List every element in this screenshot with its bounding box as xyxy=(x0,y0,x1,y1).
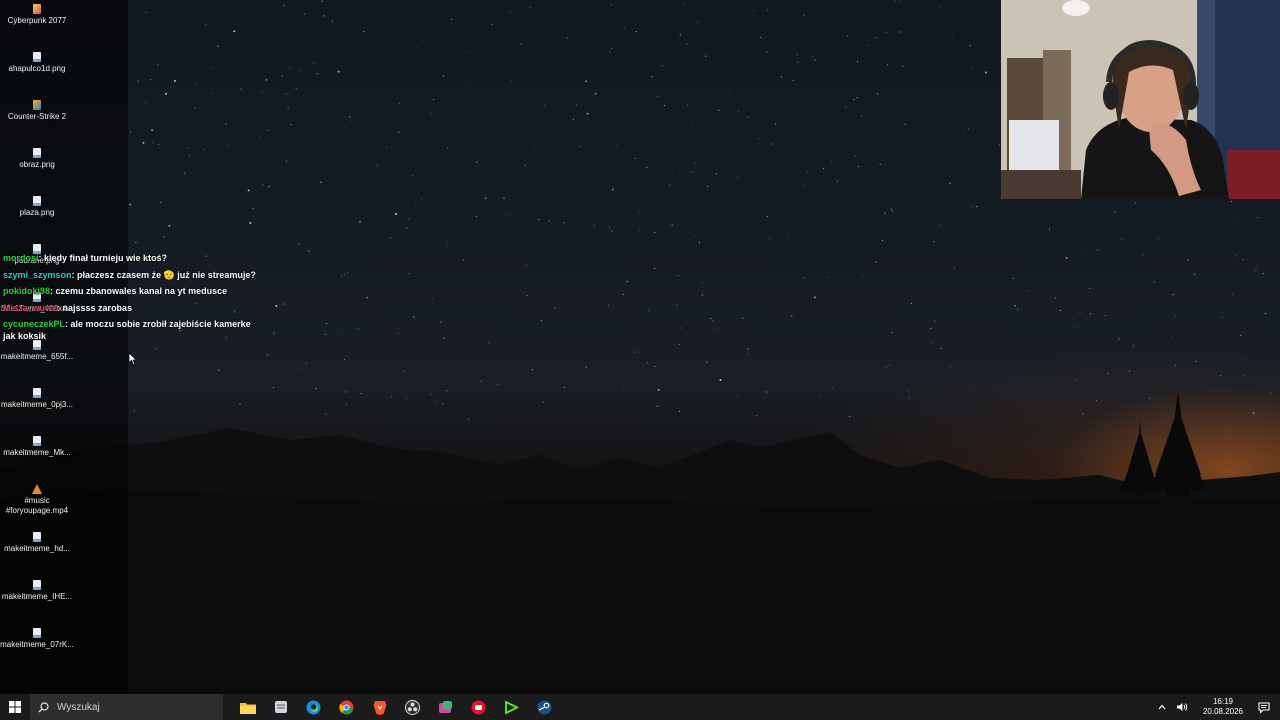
kick-app-icon xyxy=(505,700,519,714)
desktop-icon-label: obraz.png xyxy=(19,160,55,169)
chat-username: mordosi xyxy=(3,253,39,263)
image-file-icon xyxy=(33,148,41,158)
windows-logo-icon xyxy=(9,701,21,713)
taskbar-notes-app[interactable] xyxy=(264,694,297,720)
image-file-icon xyxy=(33,388,41,398)
taskbar-obs-studio[interactable] xyxy=(396,694,429,720)
desktop-icon[interactable]: makeitmeme_IHE... xyxy=(0,580,74,602)
desktop-icon-label: #music #foryoupage.mp4 xyxy=(5,496,69,515)
desktop-icon[interactable]: makeitmeme_07rK... xyxy=(0,628,74,650)
brave-browser-icon xyxy=(373,700,386,715)
chat-username: cycuneczekPL xyxy=(3,319,66,329)
stream-chat-overlay: mordosi: kiedy finał turnieju wie ktoś? s… xyxy=(3,252,265,347)
notification-center-icon[interactable] xyxy=(1253,701,1280,713)
tray-chevron-up-icon[interactable] xyxy=(1153,704,1171,710)
chat-message: szymi_szymson: płaczesz czasem że 🫡 już … xyxy=(3,269,265,281)
mouse-cursor-icon xyxy=(128,352,138,366)
desktop-icon-label: makeitmeme_655f... xyxy=(0,352,74,361)
desktop-icon-label: makeitmeme_07rK... xyxy=(0,640,74,649)
taskbar-steam[interactable] xyxy=(528,694,561,720)
desktop-icon-label: makeitmeme_Mk... xyxy=(3,448,71,457)
taskbar-file-explorer[interactable] xyxy=(231,694,264,720)
desktop-icon[interactable]: makeitmeme_hd... xyxy=(0,532,74,554)
image-file-icon xyxy=(33,580,41,590)
file-explorer-icon xyxy=(239,702,256,714)
clock-time: 16:19 xyxy=(1212,697,1233,706)
search-placeholder: Wyszukaj xyxy=(57,701,100,713)
notes-app-icon xyxy=(274,701,287,713)
taskbar-clock[interactable]: 16:19 20.08.2026 xyxy=(1193,697,1253,717)
search-icon xyxy=(38,701,49,712)
chat-username: pokidoki98 xyxy=(3,286,51,296)
desktop-icon-label: Counter-Strike 2 xyxy=(7,112,67,121)
mountain-silhouette xyxy=(0,390,1280,694)
game-launcher-icon xyxy=(471,700,486,714)
desktop-icon[interactable]: obraz.png xyxy=(0,148,74,170)
taskbar-game-launcher[interactable] xyxy=(462,694,495,720)
desktop-icon-label: makeitmeme_IHE... xyxy=(1,592,73,601)
taskbar-pinned-apps xyxy=(231,694,561,720)
chat-message: mordosi: kiedy finał turnieju wie ktoś? xyxy=(3,252,265,264)
snipping-tool-icon xyxy=(439,700,452,713)
desktop-icon-label: ahapulco1d.png xyxy=(8,64,66,73)
chat-text: płaczesz czasem że 🫡 już nie streamuje? xyxy=(77,269,256,280)
taskbar-kick-app[interactable] xyxy=(495,694,528,720)
image-file-icon xyxy=(33,628,41,638)
chat-message: cycuneczekPL: ale moczu sobie zrobił zaj… xyxy=(3,318,265,342)
edge-browser-icon xyxy=(306,700,321,714)
vlc-media-file-icon xyxy=(32,484,42,494)
taskbar-brave-browser[interactable] xyxy=(363,694,396,720)
taskbar-search-input[interactable]: Wyszukaj xyxy=(30,694,223,720)
desktop-icon-label: plaza.png xyxy=(19,208,55,217)
counter-strike-game-icon xyxy=(33,100,41,110)
start-button[interactable] xyxy=(0,694,30,720)
desktop-icon[interactable]: makeitmeme_Mk... xyxy=(0,436,74,458)
chat-message: pokidoki98: czemu zbanowales kanal na yt… xyxy=(3,285,265,297)
cyberpunk-game-icon xyxy=(33,4,41,14)
taskbar-edge-browser[interactable] xyxy=(297,694,330,720)
taskbar-chrome-browser[interactable] xyxy=(330,694,363,720)
chat-username: szymi_szymson xyxy=(3,269,72,280)
chat-message: Misza_wuwe: najssss zarobas xyxy=(3,302,265,314)
image-file-icon xyxy=(33,196,41,206)
taskbar-snipping-tool[interactable] xyxy=(429,694,462,720)
system-tray: 16:19 20.08.2026 xyxy=(1153,694,1280,720)
clock-date: 20.08.2026 xyxy=(1202,707,1243,716)
desktop-icon[interactable]: Counter-Strike 2 xyxy=(0,100,74,122)
obs-studio-icon xyxy=(405,699,420,715)
desktop-icon-label: makeitmeme_0pj3... xyxy=(0,400,74,409)
steam-icon xyxy=(537,700,552,714)
image-file-icon xyxy=(33,532,41,542)
webcam-overlay xyxy=(1001,0,1280,199)
desktop-icon[interactable]: Cyberpunk 2077 xyxy=(0,4,74,26)
streamer-webcam-feed xyxy=(1001,0,1280,199)
volume-icon[interactable] xyxy=(1171,702,1193,712)
chat-text: najssss zarobas xyxy=(62,302,133,313)
taskbar: Wyszukaj 16:19 20.08.2026 xyxy=(0,694,1280,720)
desktop-icon[interactable]: makeitmeme_0pj3... xyxy=(0,388,74,410)
desktop-icon[interactable]: plaza.png xyxy=(0,196,74,218)
image-file-icon xyxy=(33,52,41,62)
desktop-icon-label: Cyberpunk 2077 xyxy=(7,16,67,25)
desktop-icon[interactable]: #music #foryoupage.mp4 xyxy=(0,484,74,516)
desktop-icon[interactable]: ahapulco1d.png xyxy=(0,52,74,74)
desktop-icon-label: makeitmeme_hd... xyxy=(4,544,70,553)
chat-text: czemu zbanowales kanal na yt medusce xyxy=(55,286,228,296)
chat-text: kiedy finał turnieju wie ktoś? xyxy=(44,253,168,263)
chrome-browser-icon xyxy=(339,700,354,714)
image-file-icon xyxy=(33,436,41,446)
chat-username: Misza_wuwe xyxy=(3,302,58,313)
